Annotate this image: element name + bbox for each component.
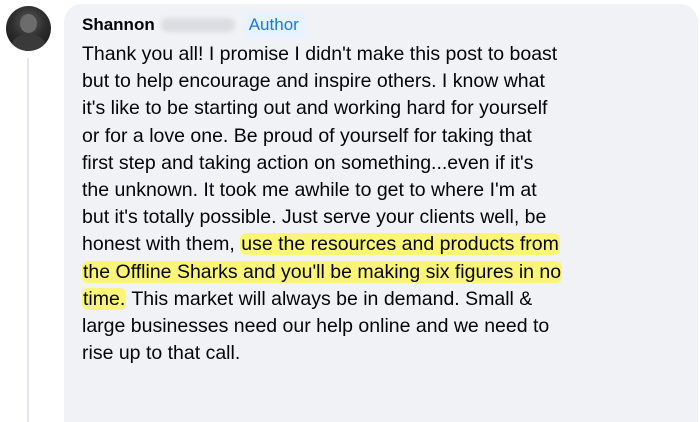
avatar-head-shape <box>20 14 37 33</box>
comment-line: the Offline Sharks and you'll be making … <box>82 259 698 286</box>
comment-header: Shannon Author <box>82 11 698 39</box>
author-badge: Author <box>242 12 305 38</box>
redacted-surname <box>160 18 235 32</box>
comment-line: honest with them, use the resources and … <box>82 231 698 258</box>
comment-line: but it's totally possible. Just serve yo… <box>82 206 547 229</box>
thread-connector-line <box>27 58 29 422</box>
comment-body: Thank you all! I promise I didn't make t… <box>82 41 698 367</box>
comment-line: it's like to be starting out and working… <box>82 97 548 120</box>
author-name-link[interactable]: Shannon <box>82 15 155 35</box>
comment-line: but to help encourage and inspire others… <box>82 70 545 93</box>
comment-line: or for a love one. Be proud of yourself … <box>82 124 532 147</box>
comment-line: rise up to that call. <box>82 342 241 365</box>
comment-line: the unknown. It took me awhile to get to… <box>82 179 537 202</box>
comment-text-plain: honest with them, <box>82 233 241 256</box>
avatar-shoulders-shape <box>12 34 45 51</box>
comment-line: Thank you all! I promise I didn't make t… <box>82 43 558 65</box>
comment-line: time. This market will always be in dema… <box>82 286 698 313</box>
highlighted-text: time. <box>82 287 127 310</box>
comment-text-plain: This market will always be in demand. Sm… <box>126 287 533 310</box>
comment-line: first step and taking action on somethin… <box>82 151 534 174</box>
avatar[interactable] <box>6 6 51 51</box>
comment-bubble: Shannon Author Thank you all! I promise … <box>64 4 698 422</box>
highlighted-text: use the resources and products from <box>240 233 560 256</box>
comment-line: large businesses need our help online an… <box>82 315 550 338</box>
highlighted-text: the Offline Sharks and you'll be making … <box>82 260 563 283</box>
